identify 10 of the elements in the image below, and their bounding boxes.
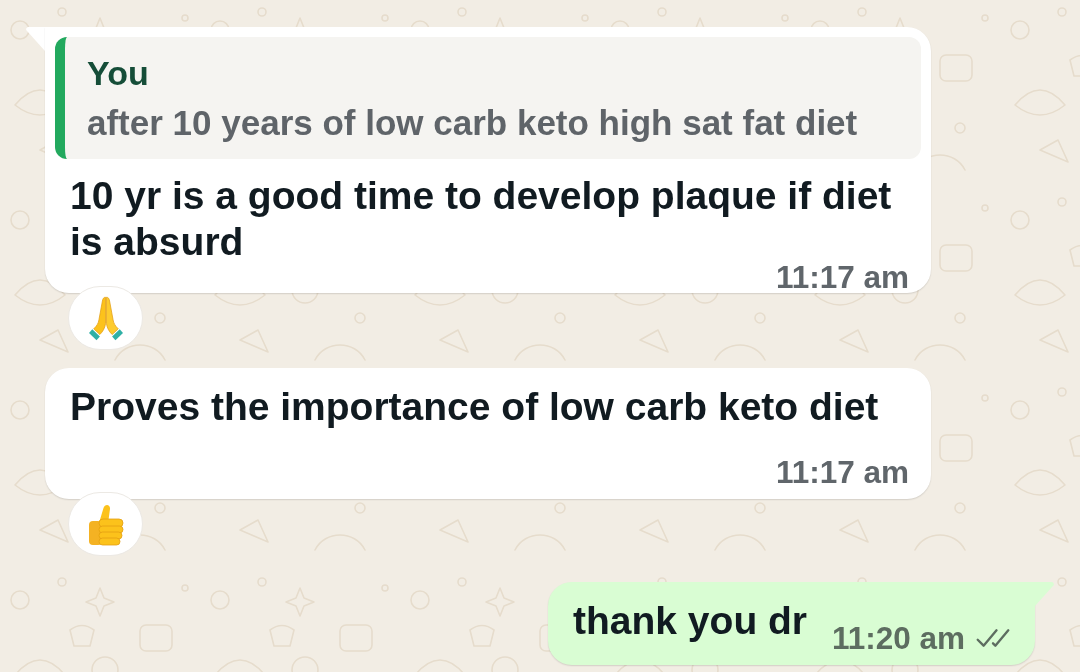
praying-hands-icon xyxy=(88,295,123,341)
message-time: 11:17 am xyxy=(775,266,909,289)
message-text: 10 yr is a good time to develop plaque if diet is absurd xyxy=(70,174,892,263)
quote-author: You xyxy=(87,53,150,93)
message-text: thank you dr xyxy=(573,599,808,642)
message-text: Proves the importance of low carb keto diet xyxy=(70,385,879,428)
quoted-message[interactable]: You after 10 years of low carb keto high sat fat diet xyxy=(55,37,921,159)
quote-text: after 10 years of low carb keto high sat fat diet xyxy=(87,102,859,144)
message-time: 11:17 am xyxy=(775,455,909,489)
message-time: 11:20 am xyxy=(831,621,965,655)
